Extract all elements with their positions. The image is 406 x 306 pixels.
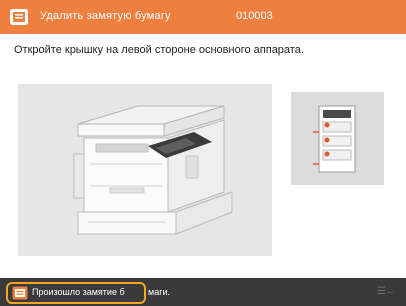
jam-location-diagram [313,105,356,173]
status-indicator: ☰← [377,286,396,297]
jam-location-panel [291,92,384,185]
paper-jam-icon [12,286,28,300]
status-message: Произошло замятие б [32,287,125,297]
instruction-text: Откройте крышку на левой стороне основно… [14,44,304,56]
status-bar: Произошло замятие б маги. ☰← [0,278,406,306]
status-message-tail: маги. [148,287,171,297]
page-title: Удалить замятую бумагу [40,10,171,22]
printer-illustration-panel [18,84,272,256]
paper-jam-icon [10,9,28,25]
error-code: 010003 [236,10,273,22]
paper-jam-status-button[interactable]: Произошло замятие б [6,282,146,304]
printer-illustration [73,105,233,235]
title-bar: Удалить замятую бумагу 010003 [0,0,406,34]
